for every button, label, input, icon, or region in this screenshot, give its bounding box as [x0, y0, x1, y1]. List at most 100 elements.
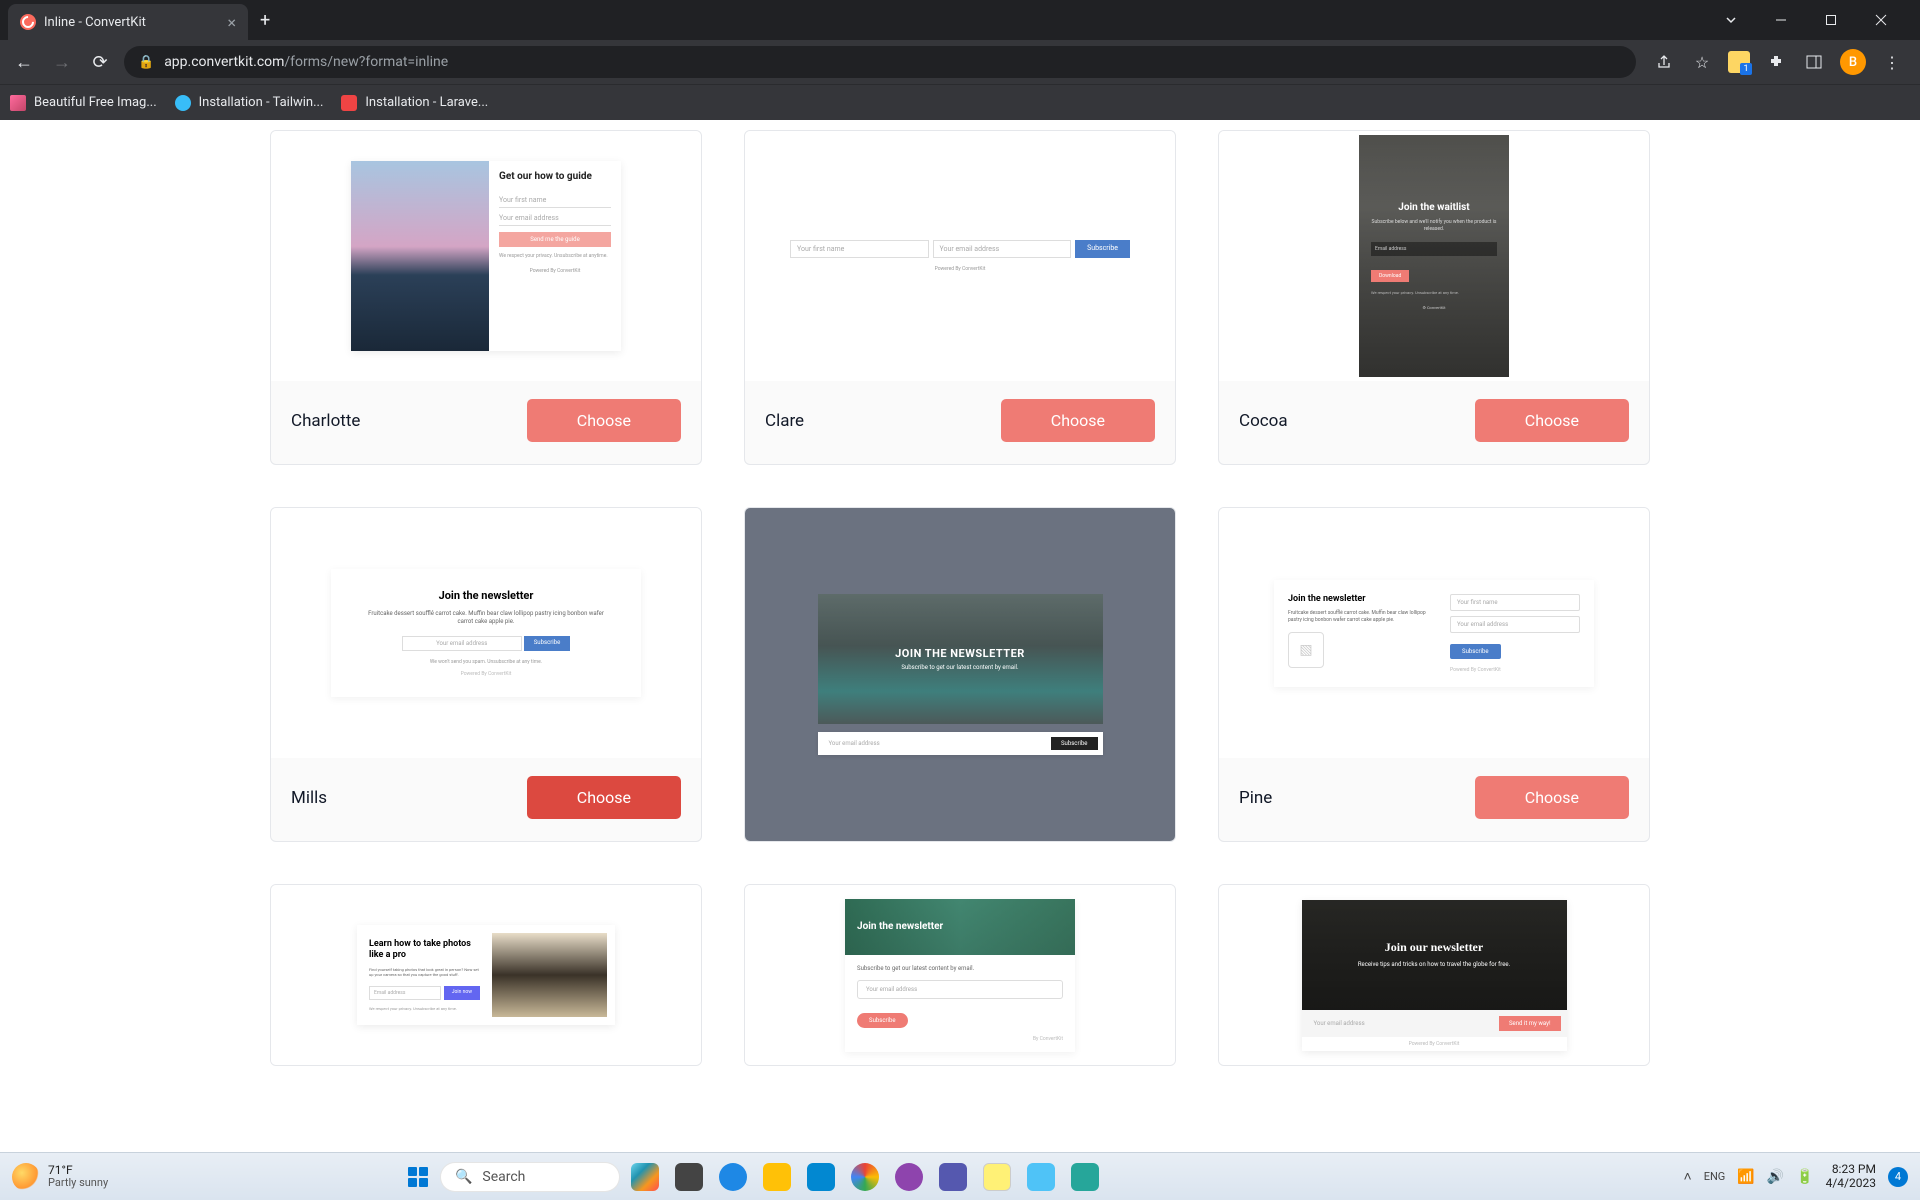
preview-heading: Join the waitlist	[1371, 202, 1497, 213]
template-card-pine: Join the newsletter Fruitcake dessert so…	[1218, 507, 1650, 842]
template-preview[interactable]: Learn how to take photos like a pro Find…	[271, 885, 701, 1065]
template-preview[interactable]: JOIN THE NEWSLETTER Subscribe to get our…	[745, 508, 1175, 841]
extension-badge[interactable]	[1728, 51, 1750, 73]
menu-icon[interactable]: ⋮	[1880, 50, 1904, 74]
clock[interactable]: 8:23 PM 4/4/2023	[1826, 1163, 1876, 1191]
image-placeholder-icon: ▧	[1288, 632, 1324, 668]
taskbar-app[interactable]	[802, 1158, 840, 1196]
taskbar-search[interactable]: 🔍 Search	[440, 1162, 620, 1192]
taskbar-app[interactable]	[714, 1158, 752, 1196]
choose-button[interactable]: Choose	[1001, 399, 1155, 442]
unsplash-icon	[10, 95, 26, 111]
preview-input: Your email address	[1308, 1017, 1493, 1030]
preview-heading: Get our how to guide	[499, 171, 611, 183]
close-tab-icon[interactable]: ×	[227, 13, 236, 32]
choose-button[interactable]: Choose	[1475, 776, 1629, 819]
bookmark-item[interactable]: Installation - Larave...	[341, 95, 488, 111]
template-card-mills: Join the newsletter Fruitcake dessert so…	[270, 507, 702, 842]
taskbar-app[interactable]	[1022, 1158, 1060, 1196]
preview-button: Send it my way!	[1499, 1016, 1561, 1031]
preview-powered: By ConvertKit	[857, 1036, 1063, 1042]
template-card-cocoa: Join the waitlist Subscribe below and we…	[1218, 130, 1650, 465]
taskbar-app[interactable]	[978, 1158, 1016, 1196]
template-card: Learn how to take photos like a pro Find…	[270, 884, 702, 1066]
volume-icon[interactable]: 🔊	[1767, 1169, 1784, 1185]
preview-heading: JOIN THE NEWSLETTER	[895, 647, 1025, 660]
preview-sub: Subscribe below and we'll notify you whe…	[1371, 219, 1497, 232]
convertkit-favicon	[20, 14, 36, 30]
address-bar[interactable]: 🔒 app.convertkit.com/forms/new?format=in…	[124, 46, 1636, 78]
windows-taskbar: 71°F Partly sunny 🔍 Search ˄ ENG 📶 🔊 🔋 8…	[0, 1152, 1920, 1200]
lock-icon: 🔒	[138, 55, 154, 70]
tray-language-icon[interactable]: ENG	[1704, 1170, 1726, 1183]
browser-toolbar: ← → ⟳ 🔒 app.convertkit.com/forms/new?for…	[0, 40, 1920, 84]
side-panel-icon[interactable]	[1802, 50, 1826, 74]
forward-button[interactable]: →	[48, 48, 76, 76]
battery-icon[interactable]: 🔋	[1796, 1169, 1813, 1185]
template-card: Join our newsletter Receive tips and tri…	[1218, 884, 1650, 1066]
taskbar-app[interactable]	[670, 1158, 708, 1196]
extensions-icon[interactable]	[1764, 50, 1788, 74]
page-content: Get our how to guide Your first name You…	[0, 120, 1920, 1152]
url-host: app.convertkit.com	[164, 54, 284, 70]
preview-input: Your email address	[402, 636, 522, 651]
preview-button: Subscribe	[1450, 644, 1501, 659]
preview-button: Subscribe	[524, 636, 571, 651]
choose-button[interactable]: Choose	[527, 399, 681, 442]
preview-powered: Powered By ConvertKit	[790, 266, 1130, 272]
close-window-button[interactable]	[1858, 4, 1904, 36]
taskbar-app[interactable]	[626, 1158, 664, 1196]
tab-search-icon[interactable]	[1708, 4, 1754, 36]
preview-privacy: We respect your privacy. Unsubscribe at …	[369, 1006, 480, 1011]
template-name: Mills	[291, 788, 327, 808]
taskbar-app[interactable]	[890, 1158, 928, 1196]
preview-heading: Join the newsletter	[361, 589, 611, 602]
template-preview[interactable]: Your first name Your email address Subsc…	[745, 131, 1175, 381]
tailwind-icon	[175, 95, 191, 111]
tray-chevron-icon[interactable]: ˄	[1684, 1168, 1692, 1185]
preview-input: Email address	[1371, 242, 1497, 256]
start-button[interactable]	[402, 1161, 434, 1193]
taskbar-app[interactable]	[846, 1158, 884, 1196]
template-preview[interactable]: Join our newsletter Receive tips and tri…	[1219, 885, 1649, 1065]
weather-widget[interactable]: 71°F Partly sunny	[12, 1163, 108, 1191]
bookmark-star-icon[interactable]: ☆	[1690, 50, 1714, 74]
template-preview[interactable]: Join the newsletter Fruitcake dessert so…	[1219, 508, 1649, 758]
minimize-button[interactable]	[1758, 4, 1804, 36]
preview-powered: Powered By ConvertKit	[499, 268, 611, 274]
choose-button[interactable]: Choose	[1475, 399, 1629, 442]
reload-button[interactable]: ⟳	[86, 48, 114, 76]
laravel-icon	[341, 95, 357, 111]
weather-icon	[12, 1163, 40, 1191]
template-preview[interactable]: Join the waitlist Subscribe below and we…	[1219, 131, 1649, 381]
preview-powered: ⚙ ConvertKit	[1371, 305, 1497, 310]
template-name: Charlotte	[291, 411, 360, 431]
back-button[interactable]: ←	[10, 48, 38, 76]
preview-input: Your email address	[857, 980, 1063, 999]
bookmark-item[interactable]: Beautiful Free Imag...	[10, 95, 157, 111]
preview-input: Your first name	[499, 193, 611, 208]
preview-input: Your first name	[1450, 594, 1580, 611]
preview-privacy: We respect your privacy. Unsubscribe at …	[499, 253, 611, 260]
browser-tab[interactable]: Inline - ConvertKit ×	[8, 4, 248, 40]
choose-button[interactable]: Choose	[527, 776, 681, 819]
taskbar-app[interactable]	[1066, 1158, 1104, 1196]
profile-avatar[interactable]: B	[1840, 49, 1866, 75]
maximize-button[interactable]	[1808, 4, 1854, 36]
url-path: /forms/new?format=inline	[284, 54, 448, 70]
preview-input: Your email address	[1450, 616, 1580, 633]
template-preview[interactable]: Join the newsletter Subscribe to get our…	[745, 885, 1175, 1065]
taskbar-app[interactable]	[934, 1158, 972, 1196]
notification-badge[interactable]: 4	[1888, 1167, 1908, 1187]
template-preview[interactable]: Get our how to guide Your first name You…	[271, 131, 701, 381]
template-card: Join the newsletter Subscribe to get our…	[744, 884, 1176, 1066]
wifi-icon[interactable]: 📶	[1737, 1169, 1754, 1185]
weather-condition: Partly sunny	[48, 1177, 108, 1189]
template-preview[interactable]: Join the newsletter Fruitcake dessert so…	[271, 508, 701, 758]
taskbar-app[interactable]	[758, 1158, 796, 1196]
share-icon[interactable]	[1652, 50, 1676, 74]
new-tab-button[interactable]: +	[260, 10, 270, 31]
clock-time: 8:23 PM	[1826, 1163, 1876, 1177]
template-card-charlotte: Get our how to guide Your first name You…	[270, 130, 702, 465]
bookmark-item[interactable]: Installation - Tailwin...	[175, 95, 324, 111]
